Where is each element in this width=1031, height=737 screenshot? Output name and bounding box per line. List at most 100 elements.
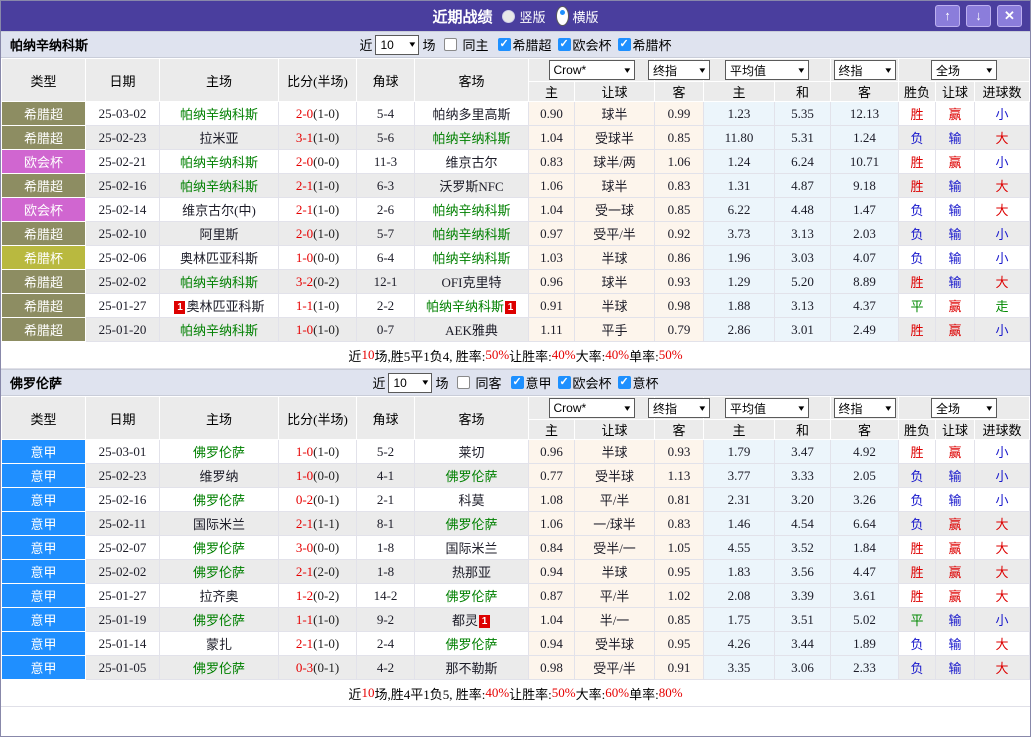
league-checkbox[interactable]: ✓ (618, 38, 631, 51)
final-odds-select[interactable]: 终指▾ (648, 60, 710, 80)
league-checkbox[interactable]: ✓ (558, 38, 571, 51)
layout-radio-vertical[interactable]: 竖版 (502, 7, 545, 26)
euro-home-odds: 1.96 (704, 246, 775, 270)
home-team-cell: 拉齐奥 (160, 584, 279, 608)
score-cell: 2-0(1-0) (279, 102, 357, 126)
league-label[interactable]: 希腊超 (513, 35, 552, 54)
date-cell: 25-02-23 (86, 126, 160, 150)
fulltime-score: 0-3 (296, 660, 313, 675)
home-team-name: 帕纳辛纳科斯 (180, 107, 258, 122)
wdl-result: 平 (899, 294, 936, 318)
chevron-down-icon: ▾ (799, 65, 805, 76)
radio-label[interactable]: 竖版 (519, 7, 545, 26)
euro-draw-odds: 3.03 (775, 246, 831, 270)
home-team-cell: 维罗纳 (160, 464, 279, 488)
euro-draw-odds: 3.51 (775, 608, 831, 632)
league-type-cell: 欧会杯 (2, 150, 86, 174)
handicap-home-odds: 1.06 (529, 174, 575, 198)
euro-draw-odds: 3.47 (775, 440, 831, 464)
league-checkbox[interactable]: ✓ (558, 376, 571, 389)
league-label[interactable]: 欧会杯 (573, 373, 612, 392)
halftime-score: (1-0) (313, 636, 339, 651)
period-select[interactable]: 全场▾ (931, 60, 997, 80)
same-venue-checkbox[interactable] (444, 38, 457, 51)
halftime-score: (1-0) (313, 322, 339, 337)
final-odds-select[interactable]: 终指▾ (648, 398, 710, 418)
away-team-cell: 热那亚 (415, 560, 529, 584)
handicap-line: 受一球 (575, 198, 655, 222)
handicap-result: 赢 (936, 294, 975, 318)
handicap-line: 受半/一 (575, 536, 655, 560)
average-select[interactable]: 平均值▾ (725, 60, 809, 80)
league-label[interactable]: 希腊杯 (633, 35, 672, 54)
handicap-home-odds: 1.04 (529, 126, 575, 150)
home-team-cell: 佛罗伦萨 (160, 608, 279, 632)
away-team-name: 莱切 (458, 445, 484, 460)
corners-cell: 1-8 (357, 560, 415, 584)
date-cell: 25-03-01 (86, 440, 160, 464)
handicap-result: 赢 (936, 440, 975, 464)
handicap-away-odds: 0.83 (655, 512, 704, 536)
col-home: 主场 (160, 59, 279, 102)
radio-icon[interactable] (502, 10, 515, 23)
league-label[interactable]: 欧会杯 (573, 35, 612, 54)
final-euro-select[interactable]: 终指▾ (834, 60, 896, 80)
summary-text: 40% (552, 347, 576, 363)
goals-result: 大 (975, 632, 1030, 656)
league-checkbox[interactable]: ✓ (618, 376, 631, 389)
handicap-line: 平/半 (575, 584, 655, 608)
match-count-select[interactable]: 10▾ (375, 35, 419, 55)
summary-text: 60% (605, 685, 629, 701)
corners-cell: 9-2 (357, 608, 415, 632)
euro-draw-odds: 3.13 (775, 222, 831, 246)
check-icon: ✓ (513, 375, 522, 388)
match-row: 意甲25-01-27拉齐奥1-2(0-2)14-2佛罗伦萨0.87平/半1.02… (2, 584, 1030, 608)
layout-radio-horizontal[interactable]: 横版 (556, 6, 599, 26)
goals-result: 大 (975, 656, 1030, 680)
odds-source-select[interactable]: Crow*▾ (549, 60, 635, 80)
halftime-score: (1-0) (313, 612, 339, 627)
score-cell: 1-1(1-0) (279, 294, 357, 318)
league-checkbox[interactable]: ✓ (511, 376, 524, 389)
period-select[interactable]: 全场▾ (931, 398, 997, 418)
league-label[interactable]: 意杯 (633, 373, 659, 392)
sub-col-euro-draw: 和 (775, 420, 831, 440)
radio-selected-icon[interactable] (556, 6, 569, 26)
score-cell: 1-0(0-0) (279, 246, 357, 270)
handicap-home-odds: 1.06 (529, 512, 575, 536)
league-checkbox[interactable]: ✓ (498, 38, 511, 51)
radio-label[interactable]: 横版 (573, 7, 599, 26)
handicap-result: 赢 (936, 318, 975, 342)
match-count-select[interactable]: 10▾ (388, 373, 432, 393)
average-select[interactable]: 平均值▾ (725, 398, 809, 418)
move-up-button[interactable]: ↑ (935, 5, 960, 27)
euro-away-odds: 9.18 (831, 174, 899, 198)
league-type-cell: 希腊超 (2, 294, 86, 318)
same-venue-label[interactable]: 同客 (475, 373, 501, 392)
same-venue-checkbox[interactable] (457, 376, 470, 389)
away-team-cell: 维京古尔 (415, 150, 529, 174)
handicap-line: 受半球 (575, 632, 655, 656)
final-euro-select[interactable]: 终指▾ (834, 398, 896, 418)
match-row: 希腊超25-02-16帕纳辛纳科斯2-1(1-0)6-3沃罗斯NFC1.06球半… (2, 174, 1030, 198)
euro-home-odds: 3.73 (704, 222, 775, 246)
move-down-button[interactable]: ↓ (966, 5, 991, 27)
away-team-cell: OFI克里特 (415, 270, 529, 294)
match-row: 希腊超25-02-10阿里斯2-0(1-0)5-7帕纳辛纳科斯0.97受平/半0… (2, 222, 1030, 246)
same-venue-label[interactable]: 同主 (462, 35, 488, 54)
wdl-result: 胜 (899, 560, 936, 584)
fulltime-score: 1-1 (296, 298, 313, 313)
wdl-result: 负 (899, 488, 936, 512)
home-team-cell: 帕纳辛纳科斯 (160, 102, 279, 126)
league-label[interactable]: 意甲 (526, 373, 552, 392)
away-team-name: 科莫 (458, 493, 484, 508)
halftime-score: (1-0) (313, 226, 339, 241)
euro-home-odds: 1.31 (704, 174, 775, 198)
handicap-away-odds: 0.93 (655, 270, 704, 294)
league-type-cell: 希腊超 (2, 174, 86, 198)
near-label: 近 (372, 373, 385, 392)
home-team-name: 佛罗伦萨 (193, 613, 245, 628)
odds-source-select[interactable]: Crow*▾ (549, 398, 635, 418)
close-button[interactable]: ✕ (997, 5, 1022, 27)
handicap-away-odds: 1.13 (655, 464, 704, 488)
